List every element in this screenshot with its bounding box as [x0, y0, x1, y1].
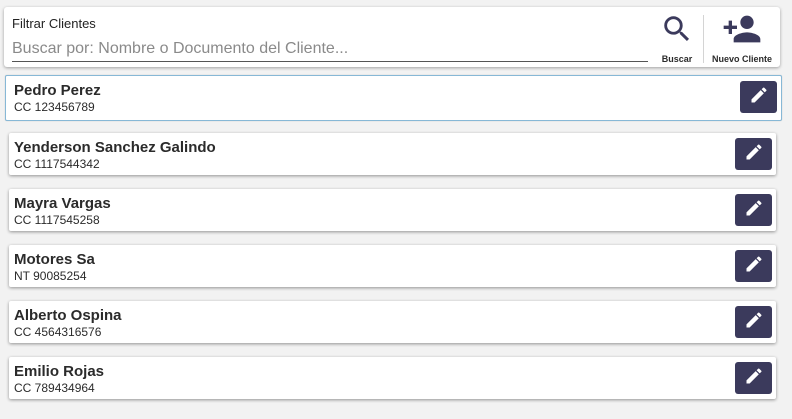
pencil-icon [744, 366, 764, 391]
edit-button[interactable] [735, 362, 772, 394]
edit-button[interactable] [735, 138, 772, 170]
edit-button[interactable] [735, 194, 772, 226]
client-card[interactable]: Mayra Vargas CC 1117545258 [9, 189, 776, 231]
edit-button[interactable] [740, 81, 777, 113]
client-card[interactable]: Motores Sa NT 90085254 [9, 245, 776, 287]
client-card[interactable]: Pedro Perez CC 123456789 [5, 75, 782, 121]
filter-panel: Filtrar Clientes Buscar Nuevo Cliente [4, 7, 780, 67]
pencil-icon [744, 198, 764, 223]
edit-button[interactable] [735, 250, 772, 282]
edit-button[interactable] [735, 306, 772, 338]
client-card[interactable]: Emilio Rojas CC 789434964 [9, 357, 776, 399]
client-document: CC 1117544342 [14, 157, 100, 171]
new-client-button-label: Nuevo Cliente [711, 54, 772, 64]
search-icon [660, 11, 694, 47]
pencil-icon [749, 85, 769, 110]
toolbar-divider [703, 15, 704, 63]
new-client-button[interactable]: Nuevo Cliente [706, 11, 778, 65]
client-card[interactable]: Alberto Ospina CC 4564316576 [9, 301, 776, 343]
pencil-icon [744, 142, 764, 167]
client-name: Emilio Rojas [14, 363, 105, 380]
client-name: Motores Sa [14, 251, 95, 268]
search-button-label: Buscar [661, 54, 693, 64]
client-document: CC 789434964 [14, 381, 95, 395]
search-input[interactable] [12, 37, 648, 62]
client-document: CC 4564316576 [14, 325, 102, 339]
search-button[interactable]: Buscar [656, 11, 698, 65]
client-name: Mayra Vargas [14, 195, 111, 212]
client-name: Yenderson Sanchez Galindo [14, 139, 216, 156]
person-add-icon [722, 11, 762, 47]
client-document: NT 90085254 [14, 269, 87, 283]
filter-label: Filtrar Clientes [12, 16, 96, 31]
client-document: CC 123456789 [14, 100, 95, 114]
client-document: CC 1117545258 [14, 213, 100, 227]
client-name: Pedro Perez [14, 82, 101, 99]
client-card[interactable]: Yenderson Sanchez Galindo CC 1117544342 [9, 133, 776, 175]
client-name: Alberto Ospina [14, 307, 122, 324]
pencil-icon [744, 310, 764, 335]
pencil-icon [744, 254, 764, 279]
